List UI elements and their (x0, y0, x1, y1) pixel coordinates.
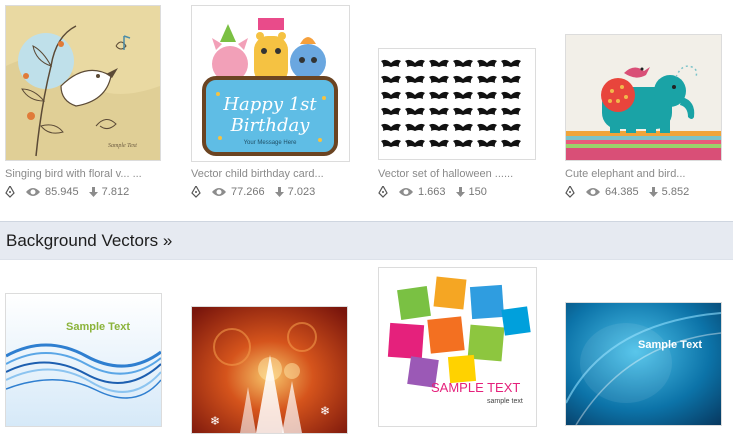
eye-icon (211, 187, 227, 197)
thumbnail-cute-elephant[interactable] (565, 34, 722, 161)
thumbnail-halloween-bats[interactable] (378, 48, 536, 160)
section-title-link[interactable]: Background Vectors » (6, 231, 172, 251)
vector-title[interactable]: Vector child birthday card... (191, 168, 324, 180)
thumbnail-singing-bird[interactable]: Sample Text (5, 5, 161, 161)
download-arrow-icon (648, 187, 658, 197)
bg3-sub-text: sample text (487, 398, 523, 405)
thumbnail-blue-wave-background[interactable]: Sample Text (5, 293, 162, 427)
eye-icon (398, 187, 414, 197)
pen-nib-icon[interactable] (565, 186, 575, 198)
vector-title[interactable]: Vector set of halloween ...... (378, 168, 513, 180)
downloads-count: 5.852 (661, 186, 690, 198)
download-arrow-icon (88, 187, 98, 197)
thumbnail-child-birthday[interactable]: Happy 1st Birthday Your Message Here (191, 5, 350, 162)
downloads-count: 7.812 (101, 186, 130, 198)
pen-nib-icon[interactable] (378, 186, 388, 198)
thumbnail-colorful-cubes-background[interactable]: SAMPLE TEXT sample text (378, 267, 537, 427)
vector-title[interactable]: Cute elephant and bird... (565, 168, 685, 180)
thumbnail-blue-curve-background[interactable]: Sample Text (565, 302, 722, 426)
svg-text:❄: ❄ (320, 404, 330, 418)
bg3-sample-text: SAMPLE TEXT (431, 380, 520, 395)
eye-icon (585, 187, 601, 197)
bg4-sample-text: Sample Text (638, 339, 702, 351)
vector-title[interactable]: Singing bird with floral v... ... (5, 168, 142, 180)
vector-stats: 85.945 7.812 (5, 186, 139, 198)
svg-text:❄: ❄ (210, 414, 220, 428)
downloads-count: 150 (468, 186, 487, 198)
views-count: 1.663 (418, 186, 446, 198)
birthday-line2: Birthday (230, 115, 311, 136)
bird-sample-text: Sample Text (108, 143, 137, 149)
downloads-count: 7.023 (287, 186, 316, 198)
pen-nib-icon[interactable] (5, 186, 15, 198)
views-count: 64.385 (605, 186, 639, 198)
birthday-line1: Happy 1st (222, 94, 317, 115)
vector-stats: 1.663 150 (378, 186, 497, 198)
download-arrow-icon (274, 187, 284, 197)
vector-stats: 77.266 7.023 (191, 186, 325, 198)
download-arrow-icon (455, 187, 465, 197)
pen-nib-icon[interactable] (191, 186, 201, 198)
bg1-sample-text: Sample Text (66, 321, 130, 333)
thumbnail-christmas-tree-background[interactable]: ❄ ❄ (191, 306, 348, 434)
views-count: 85.945 (45, 186, 79, 198)
views-count: 77.266 (231, 186, 265, 198)
vector-stats: 64.385 5.852 (565, 186, 699, 198)
section-header: Background Vectors » (0, 221, 733, 260)
birthday-line3: Your Message Here (244, 140, 297, 146)
eye-icon (25, 187, 41, 197)
